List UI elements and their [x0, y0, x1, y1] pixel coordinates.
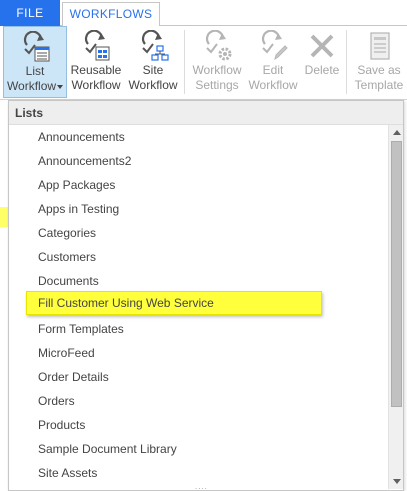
site-workflow-label-2: Workflow: [128, 78, 178, 92]
workflow-settings-icon: [206, 30, 232, 61]
list-item[interactable]: Announcements: [9, 125, 387, 149]
list-workflow-label-2: Workflow: [4, 79, 66, 94]
ribbon: List Workflow Reusable Workflow Site Wor…: [0, 26, 407, 100]
resize-grip[interactable]: ....: [195, 483, 215, 491]
list-item[interactable]: Customers: [9, 245, 387, 269]
list-item[interactable]: App Packages: [9, 173, 387, 197]
edit-workflow-icon: [262, 30, 288, 61]
site-workflow-label-1: Site: [142, 63, 164, 77]
save-as-template-button[interactable]: Save as Template: [349, 26, 407, 98]
edit-workflow-label-1: Edit: [262, 63, 284, 77]
save-as-template-label-1: Save as: [357, 63, 401, 77]
vertical-scrollbar[interactable]: [388, 125, 403, 489]
tab-file[interactable]: FILE: [0, 0, 60, 26]
list-workflow-label-1: List: [25, 64, 45, 78]
list-workflow-button[interactable]: List Workflow: [3, 26, 67, 98]
list-workflow-dropdown: Lists Announcements Announcements2 App P…: [8, 100, 404, 491]
reusable-workflow-button[interactable]: Reusable Workflow: [68, 26, 124, 98]
delete-button[interactable]: Delete: [300, 26, 344, 98]
ribbon-separator: [184, 30, 185, 94]
list-item[interactable]: Announcements2: [9, 149, 387, 173]
list-item[interactable]: MicroFeed: [9, 341, 387, 365]
site-workflow-button[interactable]: Site Workflow: [125, 26, 181, 98]
list-item[interactable]: Form Templates: [9, 317, 387, 341]
workflow-settings-label-2: Settings: [195, 78, 239, 92]
scrollbar-thumb[interactable]: [391, 141, 402, 407]
ribbon-separator: [346, 30, 347, 94]
list-workflow-icon: [24, 31, 50, 62]
delete-icon: [310, 34, 334, 58]
edit-workflow-label-2: Workflow: [248, 78, 298, 92]
list-item[interactable]: Apps in Testing: [9, 197, 387, 221]
reusable-workflow-label-2: Workflow: [71, 78, 121, 92]
background-highlight: [0, 207, 8, 227]
scroll-down-arrow-icon[interactable]: [389, 474, 403, 489]
workflow-settings-label-1: Workflow: [192, 63, 242, 77]
tab-workflows[interactable]: WORKFLOWS: [62, 2, 160, 27]
list-item[interactable]: Sample Document Library: [9, 437, 387, 461]
save-as-template-label-2: Template: [354, 78, 404, 92]
edit-workflow-button[interactable]: Edit Workflow: [247, 26, 299, 98]
list-item[interactable]: Order Details: [9, 365, 387, 389]
dropdown-header: Lists: [9, 101, 403, 125]
save-as-template-icon: [370, 32, 390, 60]
list-item[interactable]: Categories: [9, 221, 387, 245]
reusable-workflow-icon: [85, 30, 110, 61]
list-item[interactable]: Documents: [9, 269, 387, 293]
ribbon-tab-strip: FILE WORKFLOWS: [0, 0, 407, 27]
list-item[interactable]: Orders: [9, 389, 387, 413]
workflow-settings-button[interactable]: Workflow Settings: [187, 26, 247, 98]
list-item[interactable]: Products: [9, 413, 387, 437]
scroll-up-arrow-icon[interactable]: [389, 125, 403, 140]
site-workflow-icon: [142, 30, 169, 61]
list-item-highlighted[interactable]: Fill Customer Using Web Service: [26, 291, 322, 315]
reusable-workflow-label-1: Reusable: [70, 63, 122, 77]
chevron-down-icon: [57, 84, 64, 89]
delete-label: Delete: [304, 63, 340, 77]
